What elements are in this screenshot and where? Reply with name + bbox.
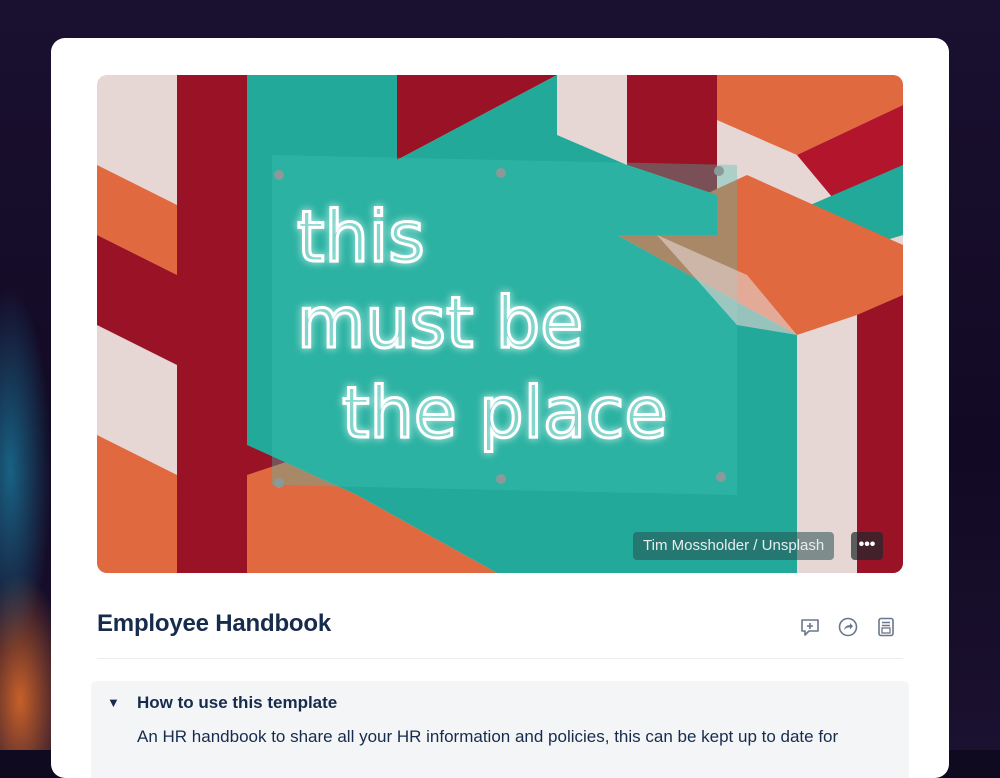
caret-down-icon[interactable]: ▼ <box>107 695 120 710</box>
how-to-use-expand[interactable]: ▼ How to use this template An HR handboo… <box>91 681 909 778</box>
neon-line-3: the place <box>342 372 667 454</box>
neon-line-1: this <box>297 196 425 278</box>
expand-title[interactable]: How to use this template <box>137 693 337 713</box>
title-divider <box>97 658 903 659</box>
page-title: Employee Handbook <box>97 610 331 637</box>
neon-sign-photo: this must be the place <box>97 75 903 573</box>
expand-body-text: An HR handbook to share all your HR info… <box>137 727 839 746</box>
page-layout-icon[interactable] <box>875 616 897 638</box>
share-icon[interactable] <box>837 616 859 638</box>
photo-credit[interactable]: Tim Mossholder / Unsplash <box>633 532 835 560</box>
cover-image: this must be the place Tim Mossholder / … <box>97 75 903 573</box>
confluence-page: this must be the place Tim Mossholder / … <box>51 38 949 778</box>
add-comment-icon[interactable] <box>799 616 821 638</box>
neon-line-2: must be <box>297 282 583 364</box>
cover-more-button[interactable]: ••• <box>851 532 883 560</box>
